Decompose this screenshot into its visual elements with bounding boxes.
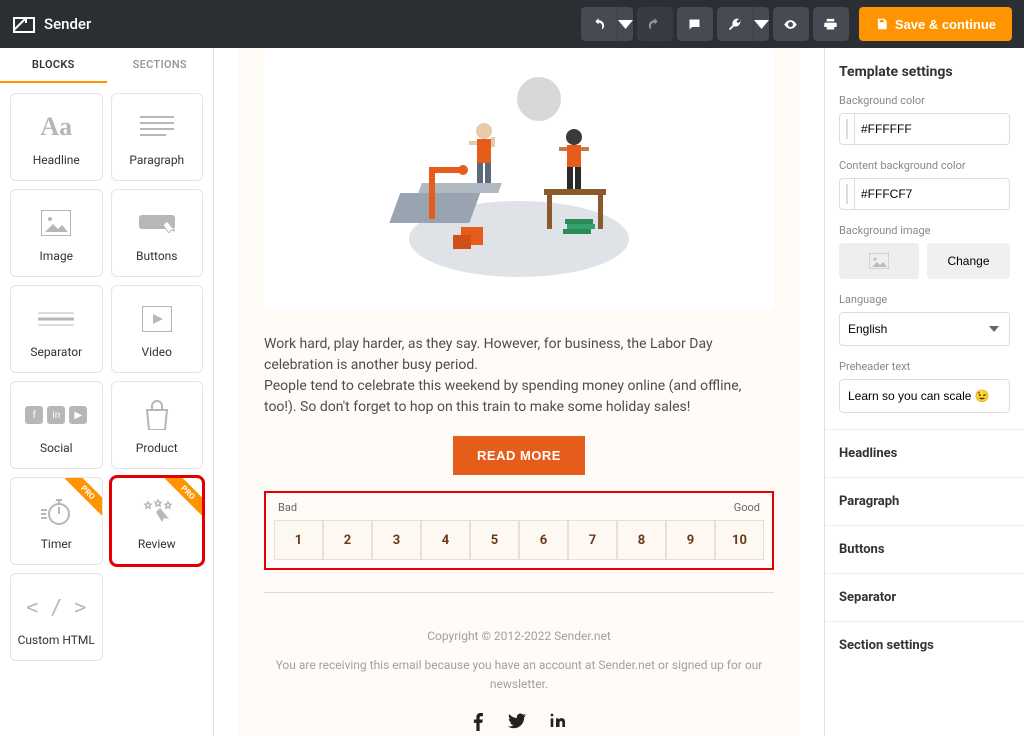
twitter-icon[interactable] xyxy=(508,713,526,729)
print-icon xyxy=(823,17,838,32)
preheader-input[interactable] xyxy=(839,379,1010,413)
change-bgimg-button[interactable]: Change xyxy=(927,243,1010,279)
block-paragraph[interactable]: Paragraph xyxy=(111,93,204,181)
caret-down-icon xyxy=(618,17,633,32)
tab-blocks[interactable]: BLOCKS xyxy=(0,48,107,83)
block-social[interactable]: fin▶Social xyxy=(10,381,103,469)
brand-logo: Sender xyxy=(12,12,91,36)
preview-button[interactable] xyxy=(773,7,809,41)
code-icon: < / > xyxy=(26,595,86,619)
caret-down-icon xyxy=(754,17,769,32)
rating-3[interactable]: 3 xyxy=(372,520,421,560)
section-paragraph[interactable]: Paragraph xyxy=(825,477,1024,525)
redo-button[interactable] xyxy=(637,7,673,41)
rating-label-low: Bad xyxy=(278,501,297,514)
section-headlines[interactable]: Headlines xyxy=(825,429,1024,477)
tab-sections[interactable]: SECTIONS xyxy=(107,48,214,83)
rating-block[interactable]: Bad Good 1 2 3 4 5 6 7 8 9 10 xyxy=(264,491,774,570)
undo-button[interactable] xyxy=(581,7,617,41)
bag-icon xyxy=(143,400,171,430)
block-video[interactable]: Video xyxy=(111,285,204,373)
rating-9[interactable]: 9 xyxy=(666,520,715,560)
bg-color-label: Background color xyxy=(839,94,1010,107)
paragraph-icon xyxy=(140,115,174,139)
pro-badge xyxy=(158,478,202,522)
tools-button[interactable] xyxy=(717,7,753,41)
rating-1[interactable]: 1 xyxy=(274,520,323,560)
section-separator[interactable]: Separator xyxy=(825,573,1024,621)
rating-10[interactable]: 10 xyxy=(715,520,764,560)
rating-7[interactable]: 7 xyxy=(568,520,617,560)
block-image[interactable]: Image xyxy=(10,189,103,277)
linkedin-icon: in xyxy=(47,406,65,424)
footer-disclaimer: You are receiving this email because you… xyxy=(264,656,774,694)
section-section-settings[interactable]: Section settings xyxy=(825,621,1024,669)
preheader-label: Preheader text xyxy=(839,360,1010,373)
rating-label-high: Good xyxy=(734,501,760,514)
blocks-panel: BLOCKS SECTIONS AaHeadline Paragraph Ima… xyxy=(0,48,214,736)
print-button[interactable] xyxy=(813,7,849,41)
save-icon xyxy=(875,17,889,31)
settings-panel: Template settings Background color Conte… xyxy=(824,48,1024,736)
block-custom-html[interactable]: < / >Custom HTML xyxy=(10,573,103,661)
redo-icon xyxy=(647,17,662,32)
video-icon xyxy=(142,306,172,332)
sender-logo-icon xyxy=(12,12,36,36)
pro-badge xyxy=(58,478,102,522)
rating-8[interactable]: 8 xyxy=(617,520,666,560)
linkedin-icon[interactable] xyxy=(550,713,566,729)
separator-icon xyxy=(38,311,74,327)
bg-color-field[interactable] xyxy=(839,113,1010,145)
image-icon xyxy=(41,210,71,236)
content-bg-field[interactable] xyxy=(839,178,1010,210)
settings-title: Template settings xyxy=(839,64,1010,80)
content-bg-swatch[interactable] xyxy=(846,184,848,204)
section-buttons[interactable]: Buttons xyxy=(825,525,1024,573)
bgimg-preview[interactable] xyxy=(839,243,919,279)
email-canvas[interactable]: Work hard, play harder, as they say. How… xyxy=(214,48,824,736)
undo-dropdown[interactable] xyxy=(617,7,633,41)
facebook-icon[interactable] xyxy=(472,713,484,731)
topbar: Sender Save & continue xyxy=(0,0,1024,48)
image-icon xyxy=(869,253,889,269)
block-buttons[interactable]: Buttons xyxy=(111,189,204,277)
bg-color-swatch[interactable] xyxy=(846,119,848,139)
content-bg-label: Content background color xyxy=(839,159,1010,172)
save-continue-button[interactable]: Save & continue xyxy=(859,7,1012,41)
eye-icon xyxy=(783,17,798,32)
brand-name: Sender xyxy=(44,15,91,33)
rating-4[interactable]: 4 xyxy=(421,520,470,560)
block-timer[interactable]: Timer xyxy=(10,477,103,565)
language-select[interactable]: English xyxy=(839,312,1010,346)
block-separator[interactable]: Separator xyxy=(10,285,103,373)
wrench-icon xyxy=(727,17,742,32)
block-headline[interactable]: AaHeadline xyxy=(10,93,103,181)
tools-dropdown[interactable] xyxy=(753,7,769,41)
rating-2[interactable]: 2 xyxy=(323,520,372,560)
undo-icon xyxy=(591,17,606,32)
facebook-icon: f xyxy=(25,406,43,424)
email-paragraph-2: People tend to celebrate this weekend by… xyxy=(264,376,774,418)
rating-5[interactable]: 5 xyxy=(470,520,519,560)
email-paragraph-1: Work hard, play harder, as they say. How… xyxy=(264,334,774,376)
buttons-icon xyxy=(139,213,175,233)
hero-illustration xyxy=(264,48,774,310)
youtube-icon: ▶ xyxy=(69,406,87,424)
comment-button[interactable] xyxy=(677,7,713,41)
language-label: Language xyxy=(839,293,1010,306)
read-more-button[interactable]: READ MORE xyxy=(453,436,585,475)
rating-6[interactable]: 6 xyxy=(519,520,568,560)
block-review[interactable]: Review xyxy=(111,477,204,565)
chat-icon xyxy=(687,17,702,32)
bgimg-label: Background image xyxy=(839,224,1010,237)
bg-color-input[interactable] xyxy=(854,114,1016,144)
block-product[interactable]: Product xyxy=(111,381,204,469)
footer-copyright: Copyright © 2012-2022 Sender.net xyxy=(264,627,774,646)
content-bg-input[interactable] xyxy=(854,179,1016,209)
save-label: Save & continue xyxy=(895,17,996,32)
